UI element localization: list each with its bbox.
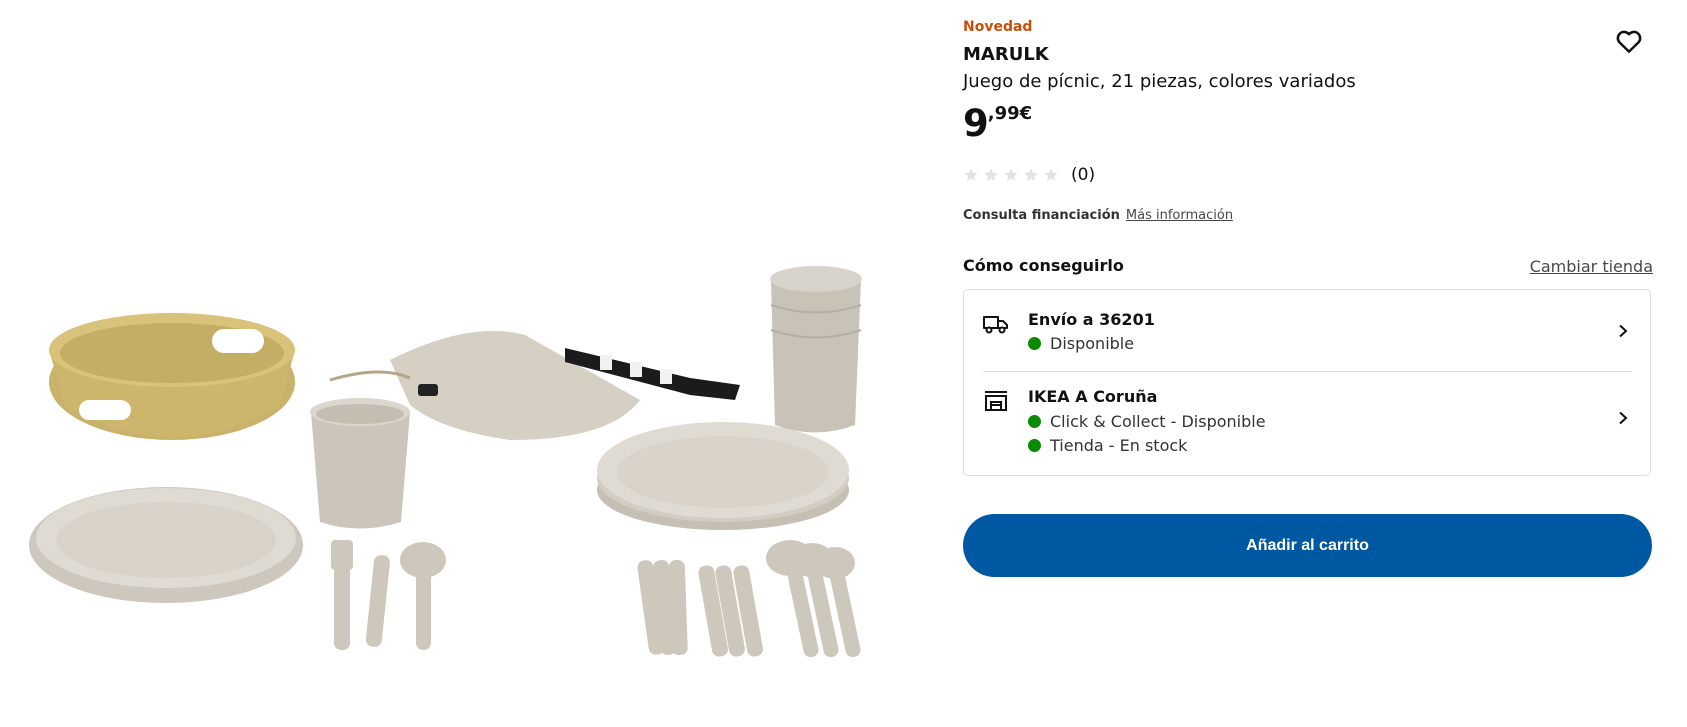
star-icon [964,168,978,181]
star-icon [1004,168,1018,181]
stock-status-text: Tienda - En stock [1050,436,1188,455]
price-decimal: ,99€ [987,103,1033,124]
availability-card: Envío a 36201 Disponible IKEA A Coruña C… [963,289,1651,476]
more-info-link[interactable]: Más información [1126,208,1233,223]
store-icon [985,391,1007,411]
add-to-cart-button[interactable]: Añadir al carrito [963,514,1652,577]
star-icon [1044,168,1058,181]
chevron-right-icon [1619,411,1628,425]
collect-status-text: Click & Collect - Disponible [1050,412,1266,431]
rating[interactable]: (0) [963,165,1095,185]
small-cup [310,398,410,529]
delivery-status: Disponible [1028,334,1134,353]
product-image [29,266,862,658]
new-badge: Novedad [963,19,1033,35]
change-store-link[interactable]: Cambiar tienda [1530,257,1653,276]
truck-icon [983,316,1008,334]
divider [983,371,1632,372]
star-icon [1024,168,1038,181]
stock-status: Tienda - En stock [1028,436,1187,455]
status-dot [1028,337,1041,350]
status-dot [1028,415,1041,428]
store-row[interactable]: IKEA A Coruña Click & Collect - Disponib… [964,373,1650,476]
financing-label: Consulta financiación [963,208,1120,223]
how-to-get-heading: Cómo conseguirlo [963,256,1124,275]
price: 9,99€ [963,102,1032,145]
collect-status: Click & Collect - Disponible [1028,412,1266,431]
price-integer: 9 [963,102,989,145]
stacked-cups [770,266,862,433]
delivery-status-text: Disponible [1050,334,1135,353]
product-description: Juego de pícnic, 21 piezas, colores vari… [963,71,1356,92]
rating-stars [963,167,1059,183]
cutlery-group [637,540,861,658]
cutlery-single [331,540,446,650]
store-title: IKEA A Coruña [1028,387,1158,406]
status-dot [1028,439,1041,452]
delivery-row[interactable]: Envío a 36201 Disponible [964,290,1650,372]
chevron-right-icon [1619,324,1628,338]
heart-icon[interactable] [1614,26,1644,56]
delivery-title: Envío a 36201 [1028,310,1155,329]
rating-count: (0) [1071,165,1096,185]
star-icon [984,168,998,181]
product-name[interactable]: MARULK [963,44,1049,65]
financing: Consulta financiación Más información [963,208,1233,223]
left-plate [29,487,303,603]
yellow-bowl [49,313,295,440]
stacked-plates [597,422,849,530]
